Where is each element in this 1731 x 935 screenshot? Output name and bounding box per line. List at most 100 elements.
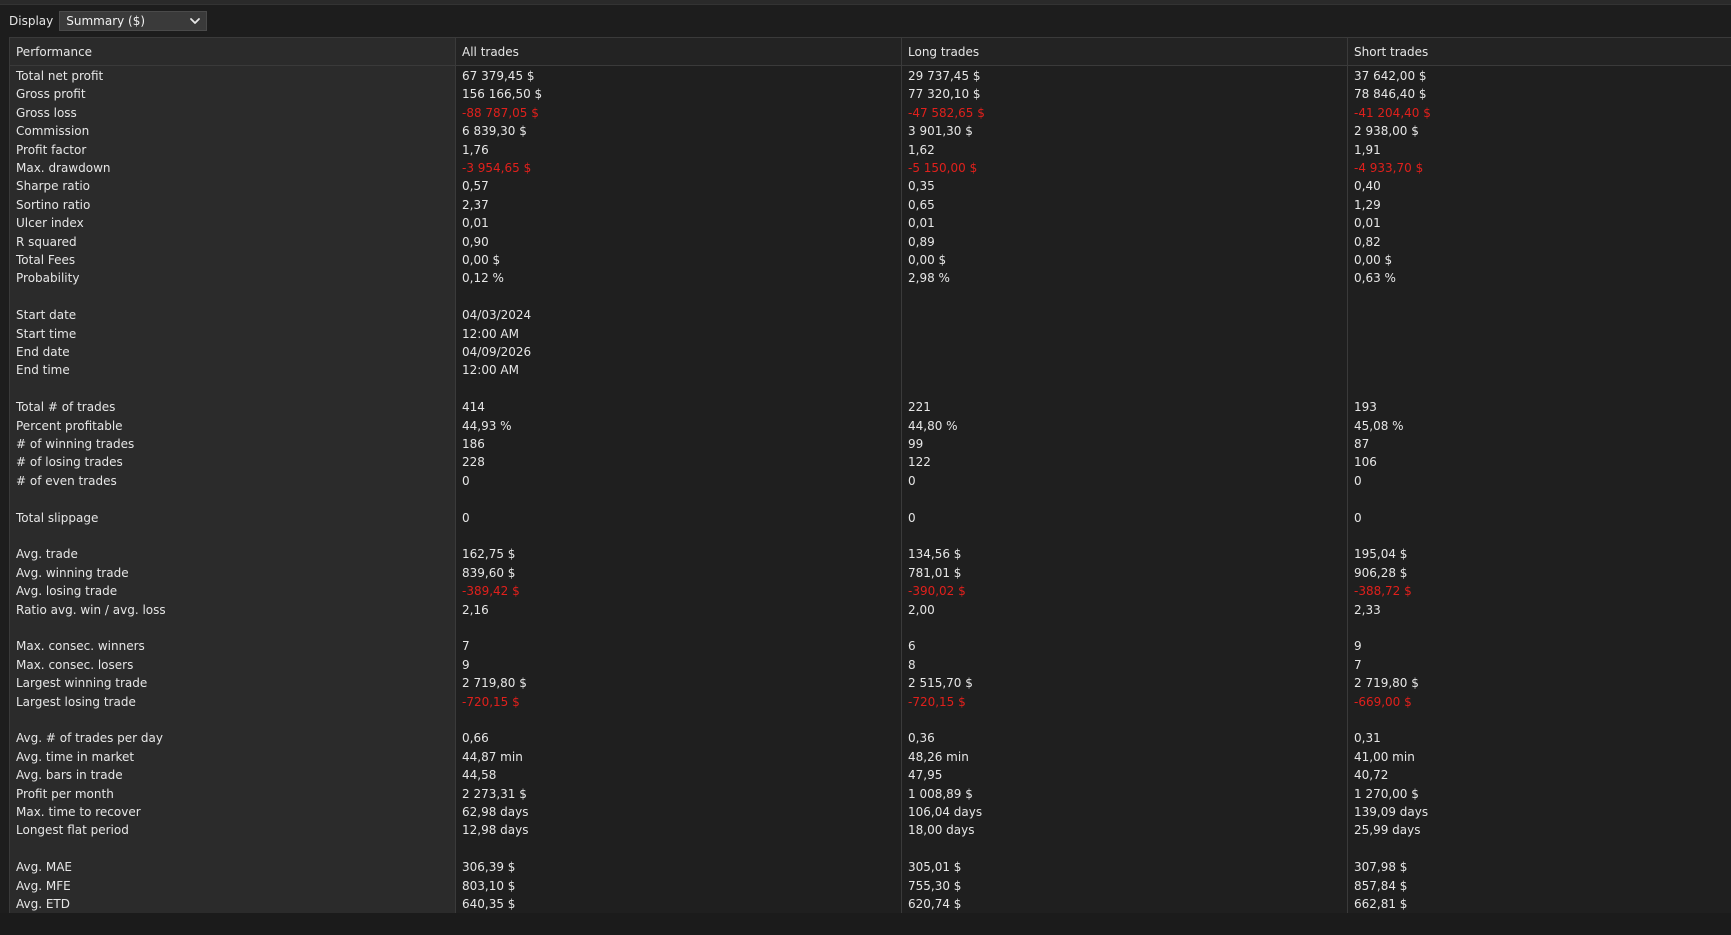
strategy-performance-window: Display Summary ($) Performance Total ne… [0,0,1731,935]
cell-short-trades: 7 [1354,657,1362,672]
cell-long-trades: 77 320,10 $ [908,87,981,102]
cell-short-trades: 0,01 [1354,216,1381,231]
cell-long-trades: 305,01 $ [908,860,962,875]
cell-long-trades: 3 901,30 $ [908,124,973,139]
cell-short-trades: 139,09 days [1354,805,1429,819]
display-select-value: Summary ($) [66,13,146,28]
cell-short-trades: 0,31 [1354,731,1381,746]
row-label: Largest winning trade [16,676,148,691]
row-label: End time [16,363,70,378]
cell-short-trades: 0,82 [1354,234,1381,249]
column-header-performance[interactable]: Performance [10,38,455,66]
cell-long-trades: 781,01 $ [908,565,962,580]
cell-long-trades: -47 582,65 $ [908,105,985,120]
row-label: Profit factor [16,142,87,157]
cell-long-trades: 2,98 % [908,271,950,286]
cell-short-trades: 1 270,00 $ [1354,786,1419,801]
row-label: Total net profit [16,69,104,83]
cell-long-trades: 0 [908,510,916,525]
row-label: # of even trades [16,473,117,488]
cell-long-trades: 99 [908,437,924,451]
row-label: Avg. MFE [16,878,71,893]
cell-long-trades: 6 [908,639,916,654]
column-header-short-trades[interactable]: Short trades [1348,38,1731,66]
cell-short-trades: 193 [1354,400,1377,415]
cell-all-trades: 0,00 $ [462,253,501,267]
cell-short-trades: 2,33 [1354,602,1381,617]
cell-all-trades: 2,37 [462,197,489,212]
cell-long-trades: 122 [908,455,931,470]
cell-short-trades: -388,72 $ [1354,584,1412,599]
cell-all-trades: 2 273,31 $ [462,786,527,801]
column-header-long-trades[interactable]: Long trades [902,38,1347,66]
row-label: Sharpe ratio [16,179,90,194]
row-label: # of losing trades [16,455,123,470]
row-label: Gross profit [16,87,86,102]
cell-all-trades: 6 839,30 $ [462,124,527,139]
cell-long-trades: 0,36 [908,731,935,746]
cell-all-trades: 1,76 [462,142,489,157]
bottom-bar [0,913,1731,935]
performance-table[interactable]: Performance Total net profit Gross profit… [9,37,1731,914]
cell-long-trades: 29 737,45 $ [908,69,981,83]
cell-short-trades: 78 846,40 $ [1354,87,1427,102]
display-select[interactable]: Summary ($) [59,10,208,31]
cell-long-trades: 0,89 [908,234,935,249]
cell-all-trades: 228 [462,455,485,470]
cell-all-trades: 2 719,80 $ [462,676,527,691]
cell-long-trades: -720,15 $ [908,694,966,709]
row-label: Start date [16,308,77,323]
row-label: Avg. trade [16,547,78,562]
row-label: Max. drawdown [16,161,111,175]
column-long-trades: Long trades 29 737,45 $ 77 320,10 $ -47 58… [902,38,1348,914]
cell-long-trades: 48,26 min [908,749,969,764]
cell-all-trades: 414 [462,400,485,415]
row-label: Avg. losing trade [16,584,118,599]
cell-long-trades: 0,65 [908,197,935,212]
cell-all-trades: 44,93 % [462,418,512,433]
cell-long-trades: 2 515,70 $ [908,676,973,691]
row-label: Percent profitable [16,418,123,433]
cell-short-trades: 0 [1354,473,1362,488]
cell-all-trades: 62,98 days [462,805,529,819]
row-label: Avg. # of trades per day [16,731,163,746]
cell-all-trades: 44,58 [462,768,497,783]
cell-long-trades: 134,56 $ [908,547,962,562]
cell-all-trades: 0 [462,510,470,525]
cell-long-trades: 0,00 $ [908,253,947,267]
cell-all-trades: 44,87 min [462,749,523,764]
row-label: Largest losing trade [16,694,136,709]
cell-all-trades: 2,16 [462,602,489,617]
cell-long-trades: 0,35 [908,179,935,194]
cell-short-trades: 9 [1354,639,1362,654]
display-label: Display [9,13,54,28]
cell-short-trades: 307,98 $ [1354,860,1408,875]
cell-long-trades: 0,01 [908,216,935,231]
cell-all-trades: -720,15 $ [462,694,520,709]
cell-all-trades: 156 166,50 $ [462,87,543,102]
cell-short-trades: 1,91 [1354,142,1381,157]
cell-long-trades: 44,80 % [908,418,958,433]
cell-short-trades: 2 719,80 $ [1354,676,1419,691]
cell-short-trades: 906,28 $ [1354,565,1408,580]
row-label: Max. consec. winners [16,639,145,654]
column-all-trades: All trades 67 379,45 $ 156 166,50 $ -88 78… [456,38,902,914]
row-label: Probability [16,271,80,286]
cell-all-trades: 306,39 $ [462,860,516,875]
cell-long-trades: 1,62 [908,142,935,157]
cell-all-trades: -88 787,05 $ [462,105,539,120]
row-label: Max. consec. losers [16,657,134,672]
row-label: Total # of trades [16,400,116,415]
cell-all-trades: 803,10 $ [462,878,516,893]
display-toolbar: Display Summary ($) [0,5,1731,36]
cell-long-trades: 755,30 $ [908,878,962,893]
row-label: Max. time to recover [16,805,141,819]
cell-short-trades: 0,40 [1354,179,1381,194]
cell-all-trades: 162,75 $ [462,547,516,562]
row-label: R squared [16,234,77,249]
column-short-trades: Short trades 37 642,00 $ 78 846,40 $ -41 2… [1348,38,1731,914]
cell-all-trades: 67 379,45 $ [462,69,535,83]
cell-all-trades: 12,98 days [462,823,529,838]
cell-long-trades: 8 [908,657,916,672]
column-header-all-trades[interactable]: All trades [456,38,901,66]
